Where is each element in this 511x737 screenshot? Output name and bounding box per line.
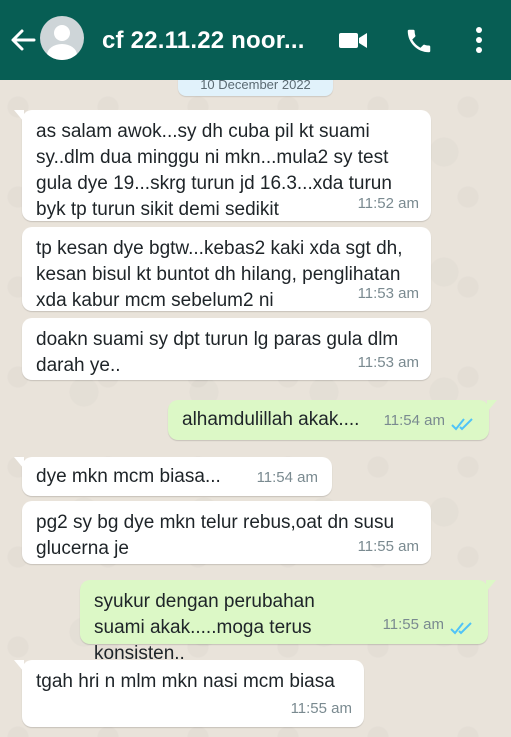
message-bubble-incoming[interactable]: as salam awok...sy dh cuba pil kt suami … <box>14 110 431 221</box>
message-time: 11:55 am <box>290 700 352 717</box>
contact-name[interactable]: cf 22.11.22 noor... <box>102 27 305 55</box>
video-call-button[interactable] <box>338 26 370 59</box>
contact-avatar[interactable] <box>40 16 84 60</box>
back-button[interactable] <box>8 24 38 56</box>
message-time: 11:53 am <box>357 285 419 302</box>
default-avatar-icon <box>47 25 77 60</box>
message-time: 11:54 am <box>256 469 318 486</box>
more-vertical-icon <box>476 27 482 53</box>
voice-call-button[interactable] <box>404 26 434 61</box>
chat-header: cf 22.11.22 noor... <box>0 0 511 80</box>
message-bubble-incoming[interactable]: pg2 sy bg dye mkn telur rebus,oat dn sus… <box>22 501 431 564</box>
chat-area[interactable]: 10 December 2022 as salam awok...sy dh c… <box>0 80 511 737</box>
message-bubble-incoming[interactable]: tgah hri n mlm mkn nasi mcm biasa 11:55 … <box>14 660 364 727</box>
message-text: tgah hri n mlm mkn nasi mcm biasa <box>36 671 335 692</box>
message-time: 11:52 am <box>357 195 419 212</box>
video-camera-icon <box>339 33 367 48</box>
read-receipt-icon <box>451 418 473 431</box>
message-time: 11:53 am <box>357 354 419 371</box>
message-bubble-incoming[interactable]: tp kesan dye bgtw...kebas2 kaki xda sgt … <box>22 227 431 311</box>
message-time: 11:55 am <box>357 538 419 555</box>
arrow-left-icon <box>11 29 36 51</box>
read-receipt-icon <box>450 622 472 635</box>
message-bubble-outgoing[interactable]: alhamdulillah akak.... 11:54 am <box>168 400 497 440</box>
menu-button[interactable] <box>472 25 486 60</box>
message-bubble-incoming[interactable]: dye mkn mcm biasa... 11:54 am <box>14 457 332 496</box>
message-bubble-incoming[interactable]: doakn suami sy dpt turun lg paras gula d… <box>22 318 431 380</box>
message-time: 11:54 am <box>383 412 445 429</box>
message-text: syukur dengan perubahan suami akak.....m… <box>94 591 315 664</box>
phone-icon <box>407 29 431 53</box>
message-bubble-outgoing[interactable]: syukur dengan perubahan suami akak.....m… <box>80 580 496 664</box>
message-time: 11:55 am <box>382 616 444 633</box>
date-separator: 10 December 2022 <box>178 80 333 96</box>
